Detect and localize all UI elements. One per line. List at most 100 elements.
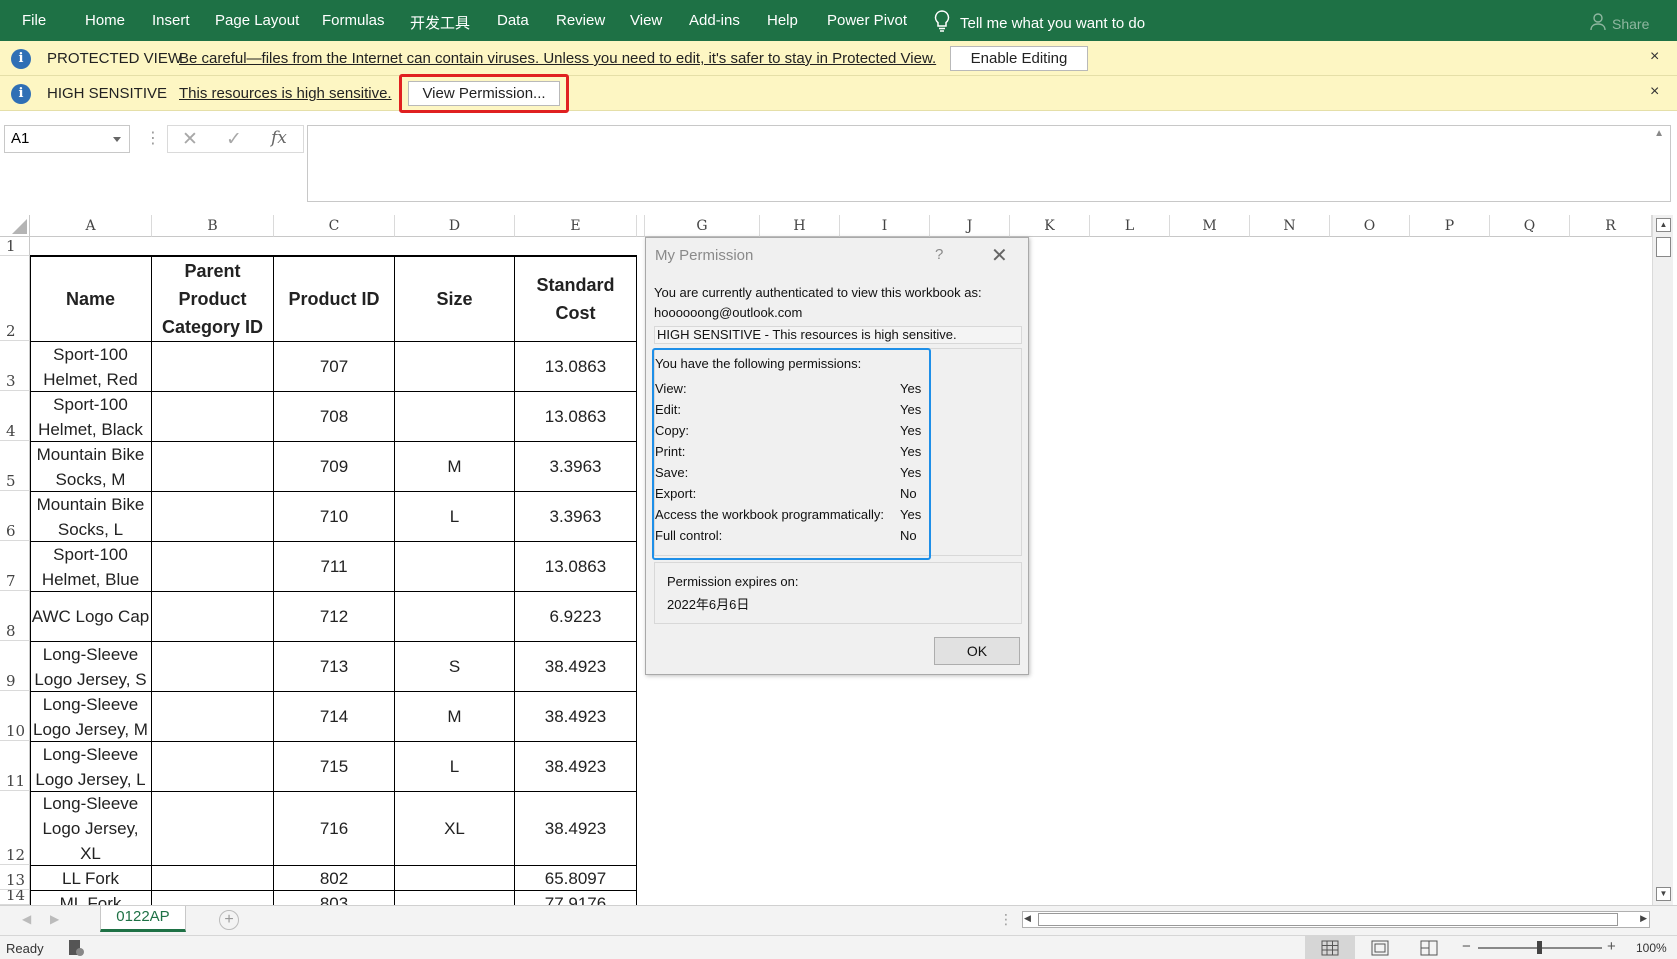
close-icon[interactable]: × — [1650, 48, 1659, 66]
column-header[interactable]: K — [1010, 215, 1090, 237]
zoom-in-icon[interactable]: + — [1607, 938, 1616, 955]
row-header[interactable]: 7 — [0, 541, 30, 591]
tab-add-ins[interactable]: Add-ins — [689, 12, 740, 29]
cell-product-id[interactable]: 714 — [274, 692, 395, 742]
column-header[interactable]: E — [515, 215, 637, 237]
cell-name[interactable]: Sport-100 Helmet, Red — [30, 342, 152, 392]
cell-cost[interactable]: 13.0863 — [515, 542, 637, 592]
row-header[interactable]: 5 — [0, 441, 30, 491]
cell-name[interactable]: ML Fork — [30, 891, 152, 905]
insert-function-icon[interactable]: fx — [271, 128, 287, 148]
cell-size[interactable] — [395, 542, 515, 592]
row-header[interactable]: 10 — [0, 691, 30, 741]
column-header[interactable]: N — [1250, 215, 1330, 237]
cell-product-id[interactable]: 708 — [274, 392, 395, 442]
tab-file[interactable]: File — [22, 12, 46, 29]
cell-name[interactable]: Sport-100 Helmet, Black — [30, 392, 152, 442]
row-header[interactable]: 4 — [0, 391, 30, 441]
row-header[interactable]: 8 — [0, 591, 30, 641]
close-icon[interactable]: ✕ — [991, 243, 1008, 268]
horizontal-scroll-thumb[interactable] — [1038, 913, 1618, 926]
page-break-icon[interactable] — [1420, 940, 1438, 959]
cell-size[interactable]: L — [395, 492, 515, 542]
protected-view-message[interactable]: Be careful—files from the Internet can c… — [179, 50, 936, 67]
tab-help[interactable]: Help — [767, 12, 798, 29]
cell-product-id[interactable]: 716 — [274, 792, 395, 866]
cell-parent[interactable] — [152, 342, 274, 392]
cell-parent[interactable] — [152, 542, 274, 592]
column-header[interactable]: A — [30, 215, 152, 237]
tab-review[interactable]: Review — [556, 12, 605, 29]
row-header[interactable]: 12 — [0, 791, 30, 865]
row-header[interactable]: 3 — [0, 341, 30, 391]
cell-name[interactable]: Long-Sleeve Logo Jersey, XL — [30, 792, 152, 866]
zoom-out-icon[interactable]: − — [1462, 938, 1471, 955]
cell-size[interactable]: XL — [395, 792, 515, 866]
cell-parent[interactable] — [152, 866, 274, 891]
cell-cost[interactable]: 13.0863 — [515, 342, 637, 392]
cell-size[interactable]: M — [395, 692, 515, 742]
enable-editing-button[interactable]: Enable Editing — [950, 46, 1088, 71]
tell-me-box[interactable]: Tell me what you want to do — [934, 10, 1145, 36]
cell-product-id[interactable]: 711 — [274, 542, 395, 592]
cell-cost[interactable]: 38.4923 — [515, 792, 637, 866]
close-icon[interactable]: × — [1650, 83, 1659, 101]
cell-parent[interactable] — [152, 392, 274, 442]
column-header[interactable]: I — [840, 215, 930, 237]
cell-product-id[interactable]: 709 — [274, 442, 395, 492]
cell-cost[interactable]: 3.3963 — [515, 442, 637, 492]
vertical-scrollbar[interactable]: ▲ ▼ — [1652, 215, 1673, 905]
column-header[interactable]: Q — [1490, 215, 1570, 237]
next-sheet-icon[interactable]: ▶ — [50, 912, 59, 926]
cell-size[interactable]: M — [395, 442, 515, 492]
column-header[interactable]: G — [645, 215, 760, 237]
cell-name[interactable]: Mountain Bike Socks, L — [30, 492, 152, 542]
tab-page-layout[interactable]: Page Layout — [215, 12, 299, 29]
cell-size[interactable] — [395, 866, 515, 891]
enter-icon[interactable]: ✓ — [226, 128, 242, 151]
cell-cost[interactable]: 6.9223 — [515, 592, 637, 642]
header-standard-cost[interactable]: Standard Cost — [515, 257, 637, 342]
formula-input[interactable]: ▲ — [307, 125, 1671, 202]
zoom-slider-thumb[interactable] — [1537, 941, 1542, 954]
row-header[interactable]: 13 — [0, 865, 30, 890]
header-parent-category[interactable]: Parent Product Category ID — [152, 257, 274, 342]
tab-insert[interactable]: Insert — [152, 12, 190, 29]
cell-size[interactable] — [395, 342, 515, 392]
normal-view-button[interactable] — [1305, 936, 1355, 959]
cell-name[interactable]: Mountain Bike Socks, M — [30, 442, 152, 492]
help-icon[interactable]: ? — [935, 246, 943, 263]
column-header[interactable]: O — [1330, 215, 1410, 237]
column-header[interactable]: J — [930, 215, 1010, 237]
prev-sheet-icon[interactable]: ◀ — [22, 912, 31, 926]
collapse-icon[interactable]: ▲ — [1654, 128, 1664, 139]
name-box[interactable]: A1 — [4, 125, 130, 153]
scroll-down-icon[interactable]: ▼ — [1656, 887, 1671, 901]
horizontal-scrollbar[interactable]: ◀ ▶ — [1022, 911, 1650, 928]
cell-cost[interactable]: 38.4923 — [515, 692, 637, 742]
cell-cost[interactable]: 38.4923 — [515, 742, 637, 792]
cancel-icon[interactable]: ✕ — [182, 128, 198, 151]
row-header[interactable]: 9 — [0, 641, 30, 691]
cell-product-id[interactable]: 710 — [274, 492, 395, 542]
cell-name[interactable]: Long-Sleeve Logo Jersey, M — [30, 692, 152, 742]
ok-button[interactable]: OK — [934, 637, 1020, 665]
drag-handle-icon[interactable]: ⋮ — [145, 128, 161, 148]
cell-parent[interactable] — [152, 891, 274, 905]
cell-size[interactable]: S — [395, 642, 515, 692]
chevron-down-icon[interactable] — [113, 137, 121, 142]
row-header[interactable]: 11 — [0, 741, 30, 791]
cell-size[interactable]: L — [395, 742, 515, 792]
zoom-level[interactable]: 100% — [1636, 941, 1667, 955]
row-header[interactable]: 1 — [0, 237, 30, 256]
header-name[interactable]: Name — [30, 257, 152, 342]
cell-cost[interactable]: 38.4923 — [515, 642, 637, 692]
macro-record-icon[interactable] — [68, 939, 84, 959]
sheet-tab-active[interactable]: 0122AP — [100, 906, 186, 932]
cell-name[interactable]: LL Fork — [30, 866, 152, 891]
cell-name[interactable]: Sport-100 Helmet, Blue — [30, 542, 152, 592]
column-header[interactable]: M — [1170, 215, 1250, 237]
column-header-f[interactable] — [637, 215, 645, 237]
tab-data[interactable]: Data — [497, 12, 529, 29]
add-sheet-icon[interactable]: + — [219, 910, 239, 930]
